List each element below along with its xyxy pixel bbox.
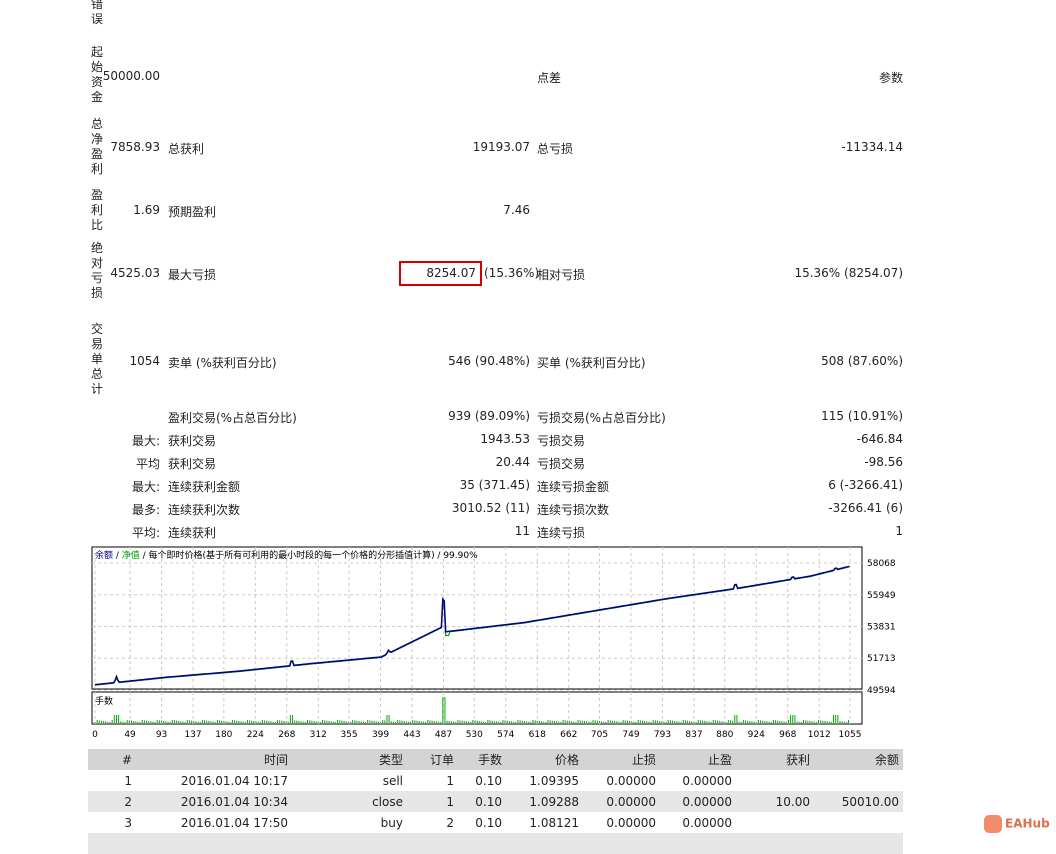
column-header[interactable]: 价格	[506, 749, 583, 770]
y-tick-label: 51713	[867, 654, 896, 664]
column-header[interactable]: 类型	[292, 749, 407, 770]
x-tick-label: 268	[278, 730, 295, 740]
x-tick-label: 793	[654, 730, 671, 740]
column-header[interactable]: #	[88, 749, 136, 770]
x-tick-label: 312	[310, 730, 327, 740]
x-tick-label: 880	[716, 730, 733, 740]
volume-frame	[91, 691, 863, 725]
x-tick-label: 224	[247, 730, 264, 740]
x-tick-label: 837	[685, 730, 702, 740]
table-cell: 1	[407, 791, 458, 812]
table-cell: 2	[88, 791, 136, 812]
column-header[interactable]: 手数	[458, 749, 506, 770]
table-row[interactable]: 2 2016.01.04 10:34 close 1 0.10 1.09288 0.0000…	[88, 791, 903, 812]
table-cell	[736, 770, 814, 791]
table-row[interactable]: 1 2016.01.04 10:17 sell 1 0.10 1.09395 0.00000…	[88, 770, 903, 791]
table-cell: 1	[124, 773, 132, 788]
watermark: EAHub	[984, 815, 1050, 833]
x-tick-label: 180	[215, 730, 232, 740]
x-tick-label: 968	[779, 730, 796, 740]
x-tick-label: 1055	[839, 730, 862, 740]
table-cell: 1.09288	[506, 791, 583, 812]
x-tick-label: 924	[748, 730, 765, 740]
x-tick-label: 1012	[808, 730, 831, 740]
x-tick-label: 618	[529, 730, 546, 740]
x-tick-label: 443	[403, 730, 420, 740]
table-cell: 1.09395	[529, 773, 579, 788]
y-tick-label: 49594	[867, 686, 896, 696]
x-tick-label: 93	[156, 730, 167, 740]
column-header[interactable]: 止损	[583, 749, 660, 770]
chart-frame	[91, 546, 863, 690]
eahub-logo-icon	[984, 815, 1002, 833]
table-cell: 0.00000	[606, 773, 656, 788]
table-cell: 3	[124, 815, 132, 830]
legend-sep1: /	[113, 551, 122, 561]
table-cell: close	[292, 791, 407, 812]
table-cell: 1.08121	[529, 815, 579, 830]
x-tick-label: 749	[622, 730, 639, 740]
table-row[interactable]: 3 2016.01.04 17:50 buy 2 0.10 1.08121 0.00000 0…	[88, 812, 903, 833]
x-tick-label: 399	[372, 730, 389, 740]
table-cell	[814, 812, 903, 833]
chart-legend: 余额 / 净值 / 每个即时价格(基于所有可利用的最小时段的每一个价格的分形插值…	[95, 549, 478, 561]
table-cell	[814, 770, 903, 791]
table-cell: 10.00	[736, 791, 814, 812]
x-tick-label: 355	[340, 730, 357, 740]
x-tick-label: 137	[184, 730, 201, 740]
table-cell: 2016.01.04 17:50	[180, 815, 288, 830]
x-tick-label: 574	[497, 730, 514, 740]
table-cell: 0.00000	[682, 815, 732, 830]
table-cell: 2	[446, 815, 454, 830]
table-cell: 0.00000	[660, 791, 736, 812]
y-tick-label: 55949	[867, 591, 896, 601]
table-cell: 0.10	[458, 791, 506, 812]
x-tick-label: 487	[435, 730, 452, 740]
legend-rest: / 每个即时价格(基于所有可利用的最小时段的每一个价格的分形插值计算) / 99…	[140, 549, 478, 561]
table-cell: 0.10	[475, 773, 502, 788]
x-tick-label: 705	[591, 730, 608, 740]
y-tick-label: 58068	[867, 559, 896, 569]
table-row-partial[interactable]	[88, 833, 903, 854]
column-header[interactable]: 余额	[814, 749, 903, 770]
x-tick-label: 0	[92, 730, 98, 740]
table-cell: 0.00000	[606, 815, 656, 830]
column-header[interactable]: 订单	[407, 749, 458, 770]
balance-chart: 0 49 93 137 180 224 268 312 355 399 443 487 530 574 61…	[91, 546, 896, 740]
table-cell	[736, 812, 814, 833]
table-cell: 0.00000	[682, 773, 732, 788]
table-cell: sell	[382, 773, 403, 788]
legend-equity: 净值	[122, 549, 140, 561]
table-cell: 2016.01.04 10:17	[180, 773, 288, 788]
column-header[interactable]: 获利	[736, 749, 814, 770]
table-cell: 0.10	[475, 815, 502, 830]
x-tick-label: 530	[466, 730, 483, 740]
x-tick-label: 662	[560, 730, 577, 740]
y-tick-label: 53831	[867, 623, 896, 633]
column-header[interactable]: 时间	[136, 749, 292, 770]
table-cell: buy	[380, 815, 403, 830]
column-header[interactable]: 止盈	[660, 749, 736, 770]
table-cell: 0.00000	[583, 791, 660, 812]
volume-label: 手数	[95, 695, 113, 707]
legend-balance: 余额	[95, 549, 113, 561]
trades-table: # 时间 类型 订单 手数 价格 止损 止盈 获利 余额 1 2016.01.04 10:17 sel…	[88, 749, 903, 854]
table-cell: 1	[446, 773, 454, 788]
table-cell: 50010.00	[814, 791, 903, 812]
x-tick-label: 49	[124, 730, 136, 740]
table-cell: 2016.01.04 10:34	[136, 791, 292, 812]
